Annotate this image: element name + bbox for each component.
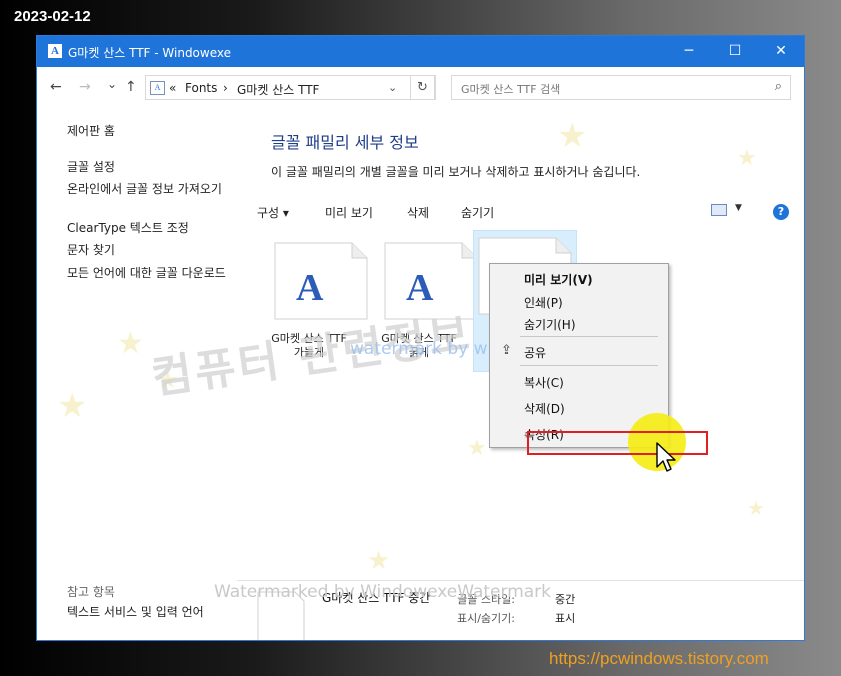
maximize-button[interactable]: ☐ [712, 36, 758, 67]
menu-item-copy[interactable]: 복사(C) [524, 374, 564, 391]
preview-button[interactable]: 미리 보기 [325, 204, 373, 221]
sidebar-link-font-settings[interactable]: 글꼴 설정 [67, 160, 227, 175]
menu-separator [520, 336, 658, 337]
delete-highlight-box [527, 431, 708, 455]
sidebar-link-text-services[interactable]: 텍스트 서비스 및 입력 언어 [67, 605, 227, 620]
change-view-icon[interactable] [711, 204, 727, 216]
organize-button[interactable]: 구성 ▾ [257, 204, 289, 221]
sidebar-link-find-character[interactable]: 문자 찾기 [67, 243, 227, 258]
help-icon[interactable]: ? [773, 204, 789, 220]
sidebar-link-download-fonts[interactable]: 모든 언어에 대한 글꼴 다운로드 [67, 266, 227, 281]
menu-item-delete[interactable]: 삭제(D) [524, 400, 565, 417]
details-visibility-value: 표시 [555, 612, 576, 625]
forward-arrow-icon[interactable]: → [79, 79, 91, 95]
star-watermark-icon: ★ [57, 386, 88, 426]
svg-text:A: A [296, 267, 324, 309]
hide-button[interactable]: 숨기기 [461, 204, 494, 221]
star-watermark-icon: ★ [467, 436, 487, 461]
fonts-folder-icon: A [150, 81, 165, 95]
star-watermark-icon: ★ [557, 116, 588, 156]
minimize-button[interactable]: ─ [666, 36, 712, 67]
menu-item-hide[interactable]: 숨기기(H) [524, 316, 576, 333]
menu-separator [520, 365, 658, 366]
font-file-icon: A [274, 242, 368, 320]
address-dropdown-chevron-icon[interactable]: ⌄ [388, 81, 397, 94]
recent-locations-chevron-icon[interactable]: ⌄ [107, 77, 117, 91]
date-overlay: 2023-02-12 [14, 8, 91, 25]
refresh-icon[interactable]: ↻ [410, 75, 435, 100]
delete-button[interactable]: 삭제 [407, 204, 429, 221]
breadcrumb-fonts[interactable]: Fonts [185, 81, 217, 95]
menu-item-share[interactable]: 공유 [524, 344, 546, 361]
search-icon[interactable]: ⌕ [775, 79, 782, 94]
menu-item-print[interactable]: 인쇄(P) [524, 294, 563, 311]
close-button[interactable]: ✕ [758, 36, 804, 67]
back-arrow-icon[interactable]: ← [50, 79, 62, 95]
address-bar[interactable]: A « Fonts › G마켓 산스 TTF ⌄ [145, 75, 436, 100]
star-watermark-icon: ★ [117, 326, 144, 361]
sidebar-link-cleartype[interactable]: ClearType 텍스트 조정 [67, 221, 227, 236]
star-watermark-icon: ★ [367, 546, 391, 576]
menu-item-preview[interactable]: 미리 보기(V) [524, 271, 593, 288]
title-bar: A G마켓 산스 TTF - Windowexe ─ ☐ ✕ [37, 36, 804, 67]
search-box[interactable]: G마켓 산스 TTF 검색 ⌕ [451, 75, 791, 100]
page-title: 글꼴 패밀리 세부 정보 [271, 133, 419, 152]
see-also-heading: 참고 항목 [67, 585, 115, 599]
view-options-dropdown[interactable]: ▼ [735, 203, 742, 213]
window-title: G마켓 산스 TTF - Windowexe [68, 46, 232, 60]
details-style-value: 중간 [555, 593, 576, 606]
navigation-bar: ← → ⌄ ↑ A « Fonts › G마켓 산스 TTF ⌄ ↻ G마켓 산… [37, 67, 804, 107]
breadcrumb-overflow[interactable]: « [169, 81, 176, 95]
star-watermark-icon: ★ [747, 496, 765, 520]
details-visibility-label: 표시/숨기기: [456, 612, 515, 625]
page-description: 이 글꼴 패밀리의 개별 글꼴을 미리 보거나 삭제하고 표시하거나 숨깁니다. [271, 165, 641, 179]
sidebar-link-control-panel-home[interactable]: 제어판 홈 [67, 124, 227, 139]
up-arrow-icon[interactable]: ↑ [125, 79, 137, 95]
breadcrumb-current-folder[interactable]: G마켓 산스 TTF [237, 81, 319, 98]
watermark-bottom: Watermarked by WindowexeWatermark [214, 582, 552, 602]
share-icon: ⇪ [501, 343, 512, 358]
mouse-cursor-icon [656, 442, 676, 472]
breadcrumb-separator: › [223, 81, 228, 95]
site-url-overlay: https://pcwindows.tistory.com [549, 649, 769, 668]
search-input[interactable]: G마켓 산스 TTF 검색 [461, 81, 560, 97]
font-app-icon: A [48, 44, 62, 58]
star-watermark-icon: ★ [737, 146, 757, 171]
sidebar-link-get-font-info-online[interactable]: 온라인에서 글꼴 정보 가져오기 [67, 182, 227, 197]
